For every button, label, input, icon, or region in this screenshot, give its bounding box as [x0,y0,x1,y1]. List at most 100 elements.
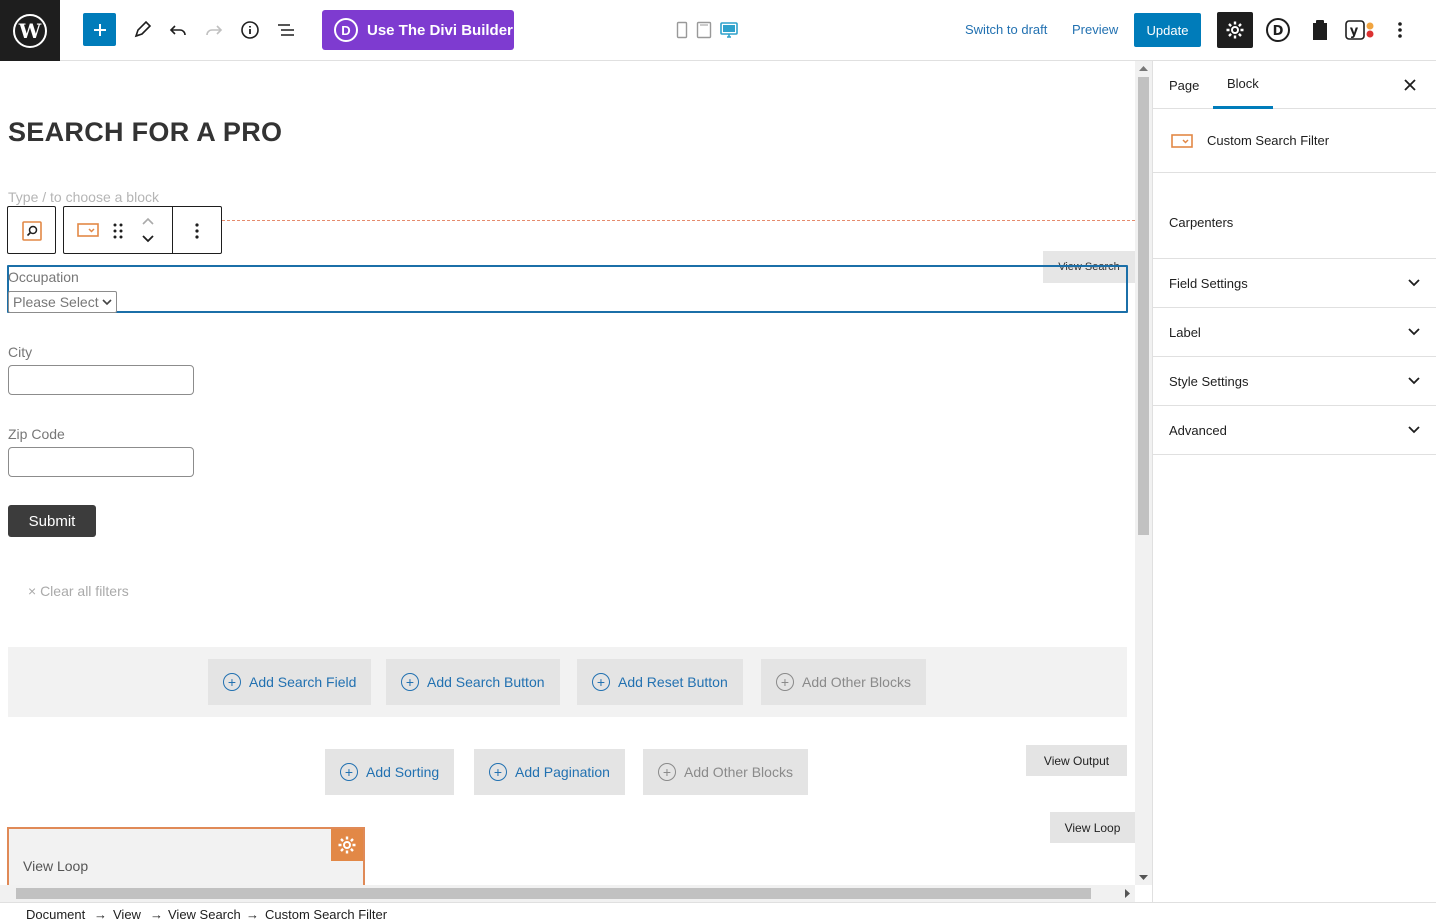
chevron-down-icon [1408,426,1420,434]
desktop-preview-icon[interactable] [718,13,740,46]
toolbar-divider [172,207,173,253]
selected-custom-search-filter-block[interactable] [7,265,1128,313]
zip-code-input[interactable] [8,447,194,477]
svg-text:W: W [18,19,42,43]
view-loop-block[interactable]: View Loop [7,827,365,885]
chevron-down-icon [1408,328,1420,336]
add-search-button-label: Add Search Button [427,674,545,690]
yoast-seo-icon[interactable]: y [1343,13,1379,46]
plus-circle-icon: + [401,673,419,691]
tab-block-label: Block [1227,76,1259,91]
clear-all-filters-link[interactable]: × Clear all filters [28,583,129,599]
add-reset-button-label: Add Reset Button [618,674,728,690]
plus-circle-icon: + [658,763,676,781]
add-block-button[interactable] [83,13,116,46]
view-output-tag[interactable]: View Output [1026,745,1127,776]
view-loop-tag[interactable]: View Loop [1050,812,1135,843]
breadcrumb-view-search[interactable]: View Search [168,907,241,919]
chevron-down-icon [1408,377,1420,385]
add-other-blocks-button-2[interactable]: + Add Other Blocks [643,749,808,795]
breadcrumb-view[interactable]: View [113,907,141,919]
sidebar-tabs: Page Block [1153,61,1436,109]
top-toolbar: W D Use The Divi Builder Switch to draft… [0,0,1436,61]
clipboard-icon[interactable] [1303,13,1336,46]
occupation-label: Occupation [8,269,79,285]
view-loop-settings-gear-icon[interactable] [331,829,363,861]
panel-label[interactable]: Label [1153,308,1436,357]
tab-block[interactable]: Block [1213,61,1273,109]
panel-label-label: Label [1169,324,1201,340]
tools-pencil-icon[interactable] [125,13,158,46]
drag-handle-icon[interactable] [112,222,124,240]
breadcrumb-separator: → [246,907,259,919]
preview-link[interactable]: Preview [1072,22,1118,37]
horizontal-scrollbar-thumb[interactable] [16,888,1091,899]
scroll-down-arrow-icon[interactable] [1139,875,1148,881]
submit-button[interactable]: Submit [8,505,96,537]
panel-advanced[interactable]: Advanced [1153,406,1436,455]
move-up-icon[interactable] [141,215,155,227]
add-sorting-button[interactable]: + Add Sorting [325,749,455,795]
wordpress-logo-icon[interactable]: W [0,0,60,61]
occupation-select[interactable]: Please Select [8,291,117,313]
plus-circle-icon: + [776,673,794,691]
breadcrumb-separator: → [150,907,163,919]
add-sorting-label: Add Sorting [366,764,440,780]
redo-icon[interactable] [197,13,230,46]
divi-button-label: Use The Divi Builder [367,21,513,39]
tab-page-label: Page [1169,77,1200,93]
block-content-text: Carpenters [1169,215,1234,230]
add-other-blocks-label: Add Other Blocks [684,764,793,780]
page-title[interactable]: SEARCH FOR A PRO [8,117,282,148]
divi-circle-icon[interactable]: D [1261,13,1294,46]
add-reset-button-button[interactable]: + Add Reset Button [577,659,743,705]
search-block-icon [22,221,42,241]
update-button[interactable]: Update [1134,13,1201,47]
tab-page[interactable]: Page [1169,61,1199,109]
parent-block-selector[interactable] [7,206,56,254]
settings-sidebar: Page Block Custom Search Filter Carpente… [1152,61,1436,902]
divi-circle-letter: D [1272,24,1283,39]
view-loop-block-label: View Loop [23,858,89,874]
plus-circle-icon: + [340,763,358,781]
use-divi-builder-button[interactable]: D Use The Divi Builder [322,10,514,50]
mobile-preview-icon[interactable] [673,13,691,46]
block-options-icon[interactable] [194,222,200,240]
tablet-preview-icon[interactable] [695,13,713,46]
breadcrumb-document[interactable]: Document [26,907,85,919]
add-search-button-button[interactable]: + Add Search Button [386,659,560,705]
breadcrumb-separator: → [94,907,107,919]
panel-field-settings[interactable]: Field Settings [1153,259,1436,308]
panel-style-settings[interactable]: Style Settings [1153,357,1436,406]
svg-text:y: y [1350,24,1359,39]
block-boundary-line [222,220,1135,221]
settings-gear-icon[interactable] [1217,12,1253,48]
scroll-up-arrow-icon[interactable] [1139,65,1148,71]
block-toolbar [63,206,222,254]
info-icon[interactable] [233,13,266,46]
block-card: Custom Search Filter [1153,109,1436,173]
vertical-scrollbar[interactable] [1135,61,1152,885]
plus-circle-icon: + [592,673,610,691]
close-icon[interactable] [1400,75,1420,95]
block-placeholder[interactable]: Type / to choose a block [8,189,159,205]
scroll-right-arrow-icon[interactable] [1125,889,1131,898]
plus-circle-icon: + [489,763,507,781]
vertical-scrollbar-thumb[interactable] [1138,77,1149,535]
select-field-block-icon [1171,133,1193,148]
list-view-icon[interactable] [269,13,302,46]
move-down-icon[interactable] [141,233,155,245]
add-search-field-button[interactable]: + Add Search Field [208,659,372,705]
add-pagination-button[interactable]: + Add Pagination [474,749,625,795]
chevron-down-icon [1408,279,1420,287]
horizontal-scrollbar[interactable] [0,885,1135,902]
city-input[interactable] [8,365,194,395]
switch-to-draft-link[interactable]: Switch to draft [965,22,1047,37]
add-other-blocks-button[interactable]: + Add Other Blocks [761,659,926,705]
panel-field-settings-label: Field Settings [1169,275,1248,291]
breadcrumb-custom-search-filter[interactable]: Custom Search Filter [265,907,387,919]
panel-style-settings-label: Style Settings [1169,373,1249,389]
more-options-icon[interactable] [1383,13,1416,46]
undo-icon[interactable] [161,13,194,46]
select-field-block-icon[interactable] [77,222,99,238]
